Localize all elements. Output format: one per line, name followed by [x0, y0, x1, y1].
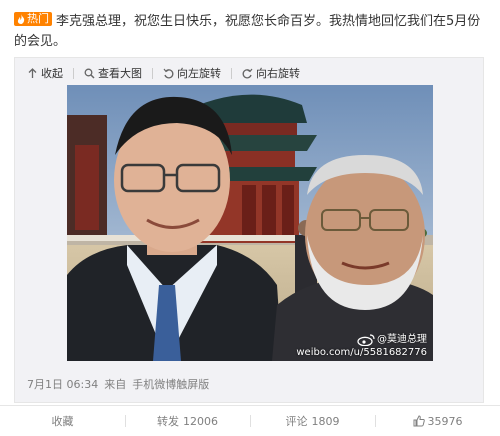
post-body: 李克强总理，祝您生日快乐，祝愿您长命百岁。我热情地回忆我们在5月份的会见。 — [14, 14, 481, 49]
thumbs-up-icon — [413, 415, 425, 427]
weibo-logo-icon — [357, 333, 375, 346]
magnifier-icon — [84, 68, 95, 79]
comment-button[interactable]: 评论 1809 — [250, 406, 375, 436]
comment-count: 1809 — [311, 414, 340, 428]
action-bar: 收藏 转发 12006 评论 1809 35976 — [0, 405, 500, 436]
like-count: 35976 — [427, 414, 463, 428]
arrow-up-icon — [28, 67, 37, 78]
photo-watermark: @莫迪总理 weibo.com/u/5581682776 — [296, 333, 427, 359]
rotate-left-icon — [163, 68, 174, 78]
post-time[interactable]: 7月1日 06:34 — [27, 378, 98, 391]
post-source[interactable]: 手机微博触屏版 — [132, 378, 209, 391]
rotate-left-button[interactable]: 向左旋转 — [163, 65, 221, 81]
toolbar-divider — [152, 67, 153, 79]
flame-icon — [17, 14, 25, 24]
repost-label: 转发 — [157, 415, 179, 428]
selfie-photo[interactable]: @莫迪总理 weibo.com/u/5581682776 — [67, 85, 433, 361]
view-large-button[interactable]: 查看大图 — [84, 65, 142, 81]
comment-label: 评论 — [285, 415, 308, 428]
post-text: 热门 李克强总理，祝您生日快乐，祝愿您长命百岁。我热情地回忆我们在5月份的会见。 — [14, 12, 484, 52]
view-large-label: 查看大图 — [98, 67, 142, 80]
rotate-right-button[interactable]: 向右旋转 — [242, 65, 300, 81]
rotate-right-label: 向右旋转 — [256, 67, 300, 80]
collapse-label: 收起 — [41, 67, 63, 80]
watermark-url: weibo.com/u/5581682776 — [296, 347, 427, 358]
favorite-label: 收藏 — [51, 415, 74, 428]
photo-illustration — [67, 85, 433, 361]
toolbar-divider — [231, 67, 232, 79]
repost-count: 12006 — [183, 414, 218, 428]
source-prefix: 来自 — [104, 378, 127, 391]
media-expanded-box: 收起 查看大图 向左旋转 向右旋转 @莫迪总理 weibo.com/u/5581… — [14, 57, 484, 403]
rotate-left-label: 向左旋转 — [177, 67, 221, 80]
favorite-button[interactable]: 收藏 — [0, 406, 125, 436]
like-button[interactable]: 35976 — [375, 406, 500, 436]
toolbar-divider — [73, 67, 74, 79]
repost-button[interactable]: 转发 12006 — [125, 406, 250, 436]
post-meta: 7月1日 06:34 来自 手机微博触屏版 — [27, 376, 215, 392]
rotate-right-icon — [242, 68, 253, 78]
hot-badge[interactable]: 热门 — [14, 12, 52, 26]
hot-badge-label: 热门 — [27, 12, 49, 25]
media-toolbar: 收起 查看大图 向左旋转 向右旋转 — [27, 64, 310, 82]
watermark-user: @莫迪总理 — [377, 334, 427, 345]
collapse-button[interactable]: 收起 — [27, 65, 63, 81]
